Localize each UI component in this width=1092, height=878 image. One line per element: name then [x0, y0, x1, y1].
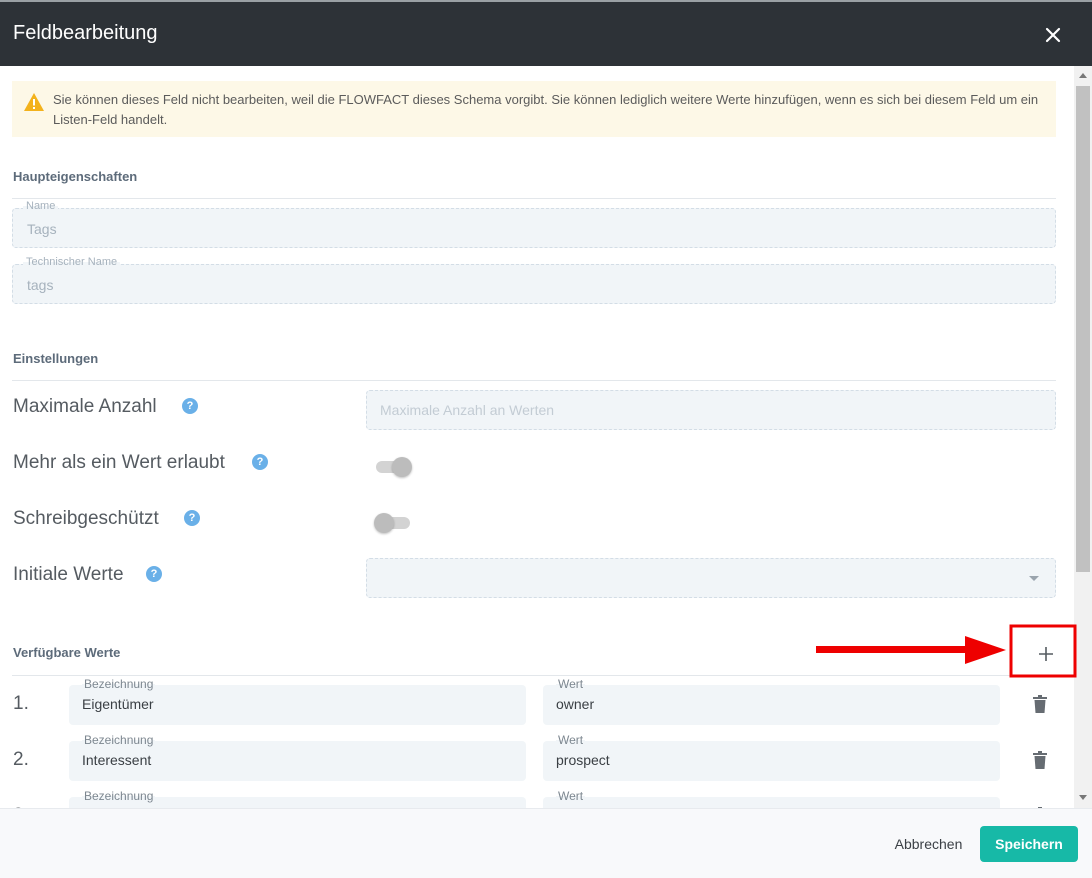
read-only-label: Schreibgeschützt	[13, 508, 159, 529]
initial-values-select	[366, 558, 1056, 598]
divider	[12, 675, 1056, 676]
scroll-up-arrow-icon[interactable]	[1079, 73, 1087, 78]
value-input-caption: Wert	[556, 789, 586, 803]
value-row: 3. Bezeichnung Wert	[0, 789, 1074, 808]
dialog-content[interactable]: Sie können dieses Feld nicht bearbeiten,…	[0, 66, 1074, 808]
name-field-value: Tags	[27, 221, 57, 237]
value-row-number: 1.	[13, 693, 29, 714]
value-input-caption: Wert	[556, 677, 586, 691]
read-only-toggle	[374, 510, 412, 534]
help-icon[interactable]: ?	[252, 454, 268, 470]
close-icon[interactable]	[1040, 22, 1066, 48]
dialog-title: Feldbearbeitung	[13, 22, 158, 44]
help-icon[interactable]: ?	[184, 510, 200, 526]
trash-icon[interactable]	[1032, 695, 1048, 718]
toggle-knob	[374, 513, 394, 533]
label-input-caption: Bezeichnung	[82, 677, 156, 691]
value-input[interactable]: Wert owner	[543, 677, 1000, 725]
technical-name-field-value: tags	[27, 277, 54, 293]
warning-text: Sie können dieses Feld nicht bearbeiten,…	[53, 92, 1039, 127]
scroll-down-arrow-icon[interactable]	[1079, 795, 1087, 800]
technical-name-field-label: Technischer Name	[23, 256, 121, 268]
label-input[interactable]: Bezeichnung Eigentümer	[69, 677, 526, 725]
warning-banner: Sie können dieses Feld nicht bearbeiten,…	[12, 81, 1056, 137]
multi-value-label: Mehr als ein Wert erlaubt	[13, 452, 225, 473]
max-count-label: Maximale Anzahl	[13, 396, 157, 417]
value-input-value: prospect	[556, 752, 610, 768]
max-count-input: Maximale Anzahl an Werten	[366, 390, 1056, 430]
label-input-caption: Bezeichnung	[82, 733, 156, 747]
label-input-value: Interessent	[82, 752, 152, 768]
max-count-placeholder: Maximale Anzahl an Werten	[380, 402, 555, 418]
section-title-settings: Einstellungen	[13, 351, 99, 366]
plus-icon[interactable]	[1035, 643, 1057, 665]
divider	[12, 198, 1056, 199]
label-input[interactable]: Bezeichnung	[69, 789, 526, 808]
help-icon[interactable]: ?	[182, 398, 198, 414]
section-title-main-properties: Haupteigenschaften	[13, 169, 138, 184]
label-input-value: Eigentümer	[82, 696, 154, 712]
multi-value-toggle	[374, 454, 412, 478]
label-input[interactable]: Bezeichnung Interessent	[69, 733, 526, 781]
dialog-header: Feldbearbeitung	[0, 2, 1092, 66]
label-input-caption: Bezeichnung	[82, 789, 156, 803]
value-input[interactable]: Wert prospect	[543, 733, 1000, 781]
scrollbar-thumb[interactable]	[1076, 86, 1090, 572]
value-input-value: owner	[556, 696, 595, 712]
divider	[12, 380, 1056, 381]
value-row: 1. Bezeichnung Eigentümer Wert owner	[0, 677, 1074, 729]
value-row-number: 2.	[13, 749, 29, 770]
name-field-label: Name	[23, 200, 59, 212]
trash-icon[interactable]	[1032, 751, 1048, 774]
initial-values-label: Initiale Werte	[13, 564, 124, 585]
dialog-footer: Abbrechen Speichern	[0, 808, 1092, 878]
help-icon[interactable]: ?	[146, 566, 162, 582]
cancel-button[interactable]: Abbrechen	[880, 826, 977, 862]
toggle-knob	[392, 457, 412, 477]
value-input[interactable]: Wert	[543, 789, 1000, 808]
value-row: 2. Bezeichnung Interessent Wert prospect	[0, 733, 1074, 785]
chevron-down-icon	[1029, 576, 1039, 581]
save-button[interactable]: Speichern	[980, 826, 1078, 862]
name-field: Name Tags	[12, 200, 1056, 248]
value-input-caption: Wert	[556, 733, 586, 747]
technical-name-field: Technischer Name tags	[12, 256, 1056, 304]
section-title-available-values: Verfügbare Werte	[13, 645, 121, 660]
scrollbar[interactable]	[1074, 66, 1092, 808]
warning-triangle-icon	[23, 92, 45, 117]
